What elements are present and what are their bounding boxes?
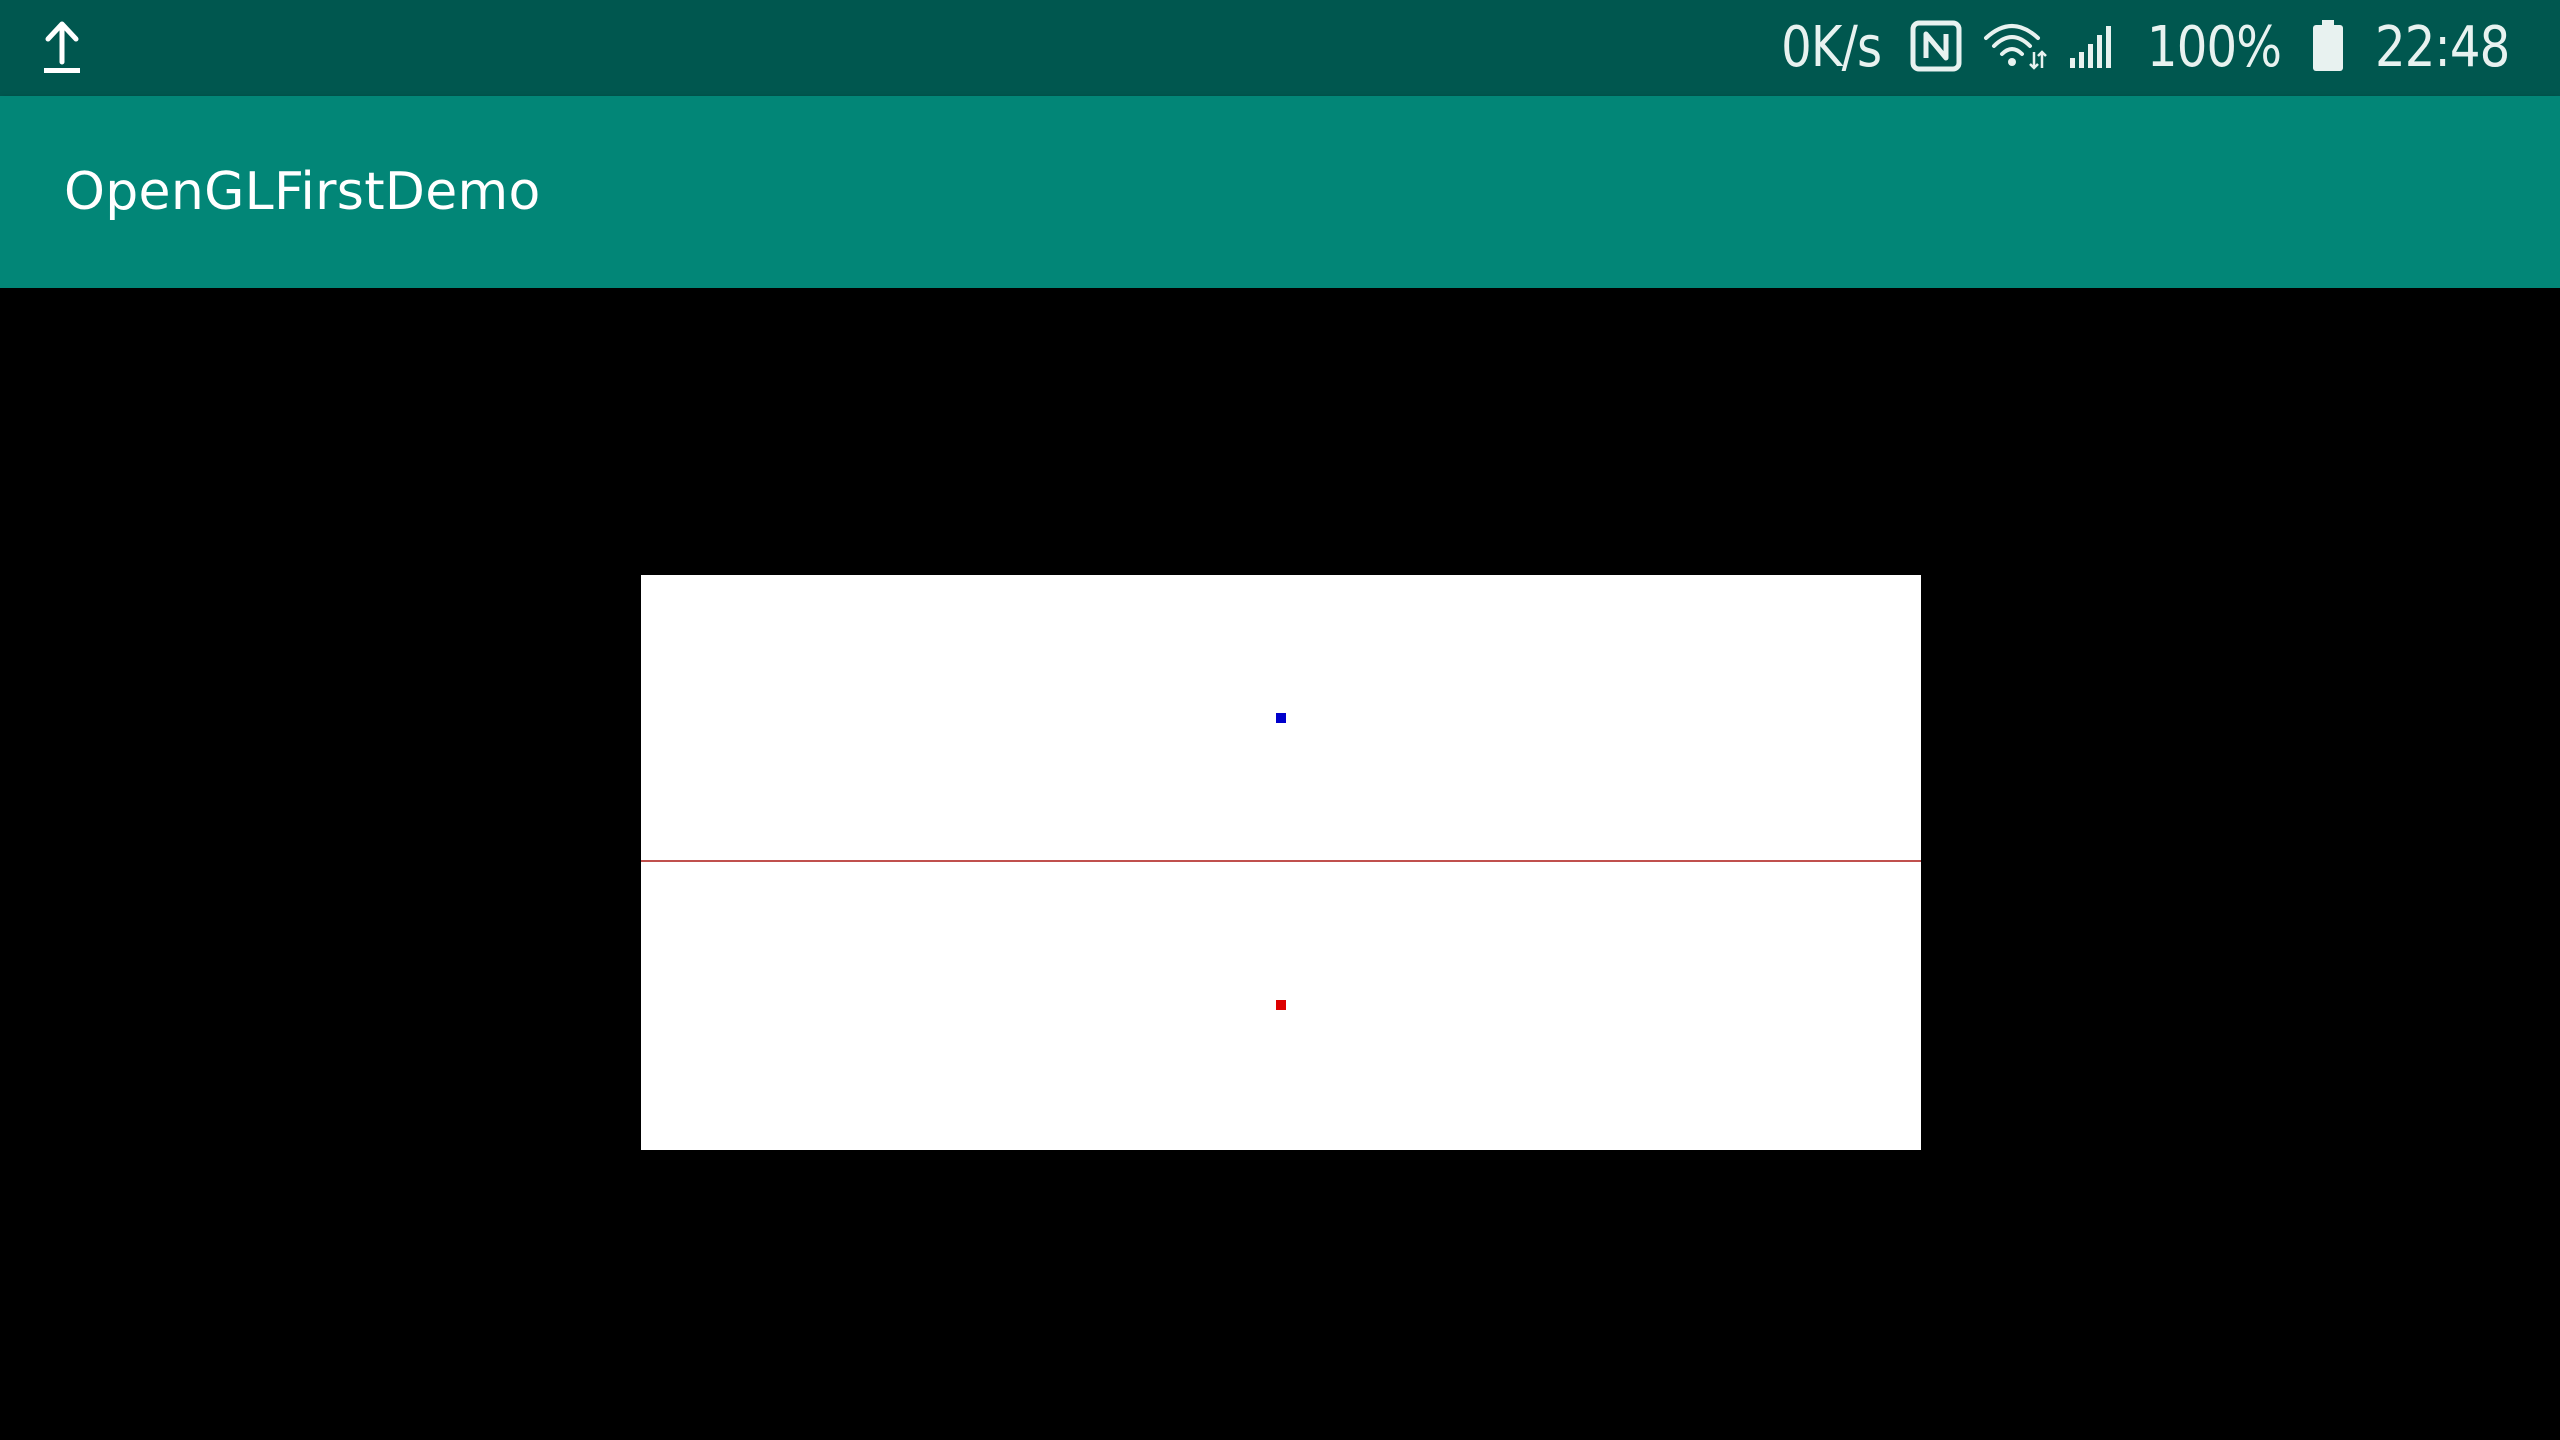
upload-icon	[38, 20, 86, 76]
gl-surface-view[interactable]	[641, 575, 1921, 1150]
battery-percent: 100%	[2146, 15, 2281, 80]
nfc-icon	[1910, 20, 1962, 77]
clock: 22:48	[2374, 15, 2510, 80]
app-bar: OpenGLFirstDemo	[0, 96, 2560, 288]
app-title: OpenGLFirstDemo	[64, 162, 541, 222]
network-speed: 0K/s	[1781, 15, 1882, 80]
content-area	[0, 288, 2560, 1440]
wifi-icon	[1982, 20, 2048, 77]
gl-horizontal-line	[641, 860, 1921, 862]
gl-point-bottom	[1276, 1000, 1286, 1010]
battery-icon	[2312, 19, 2344, 77]
cell-signal-icon	[2068, 22, 2116, 75]
gl-point-top	[1276, 713, 1286, 723]
status-bar: 0K/s 100% 22:48	[0, 0, 2560, 96]
status-indicators: 0K/s 100% 22:48	[1773, 0, 2520, 96]
